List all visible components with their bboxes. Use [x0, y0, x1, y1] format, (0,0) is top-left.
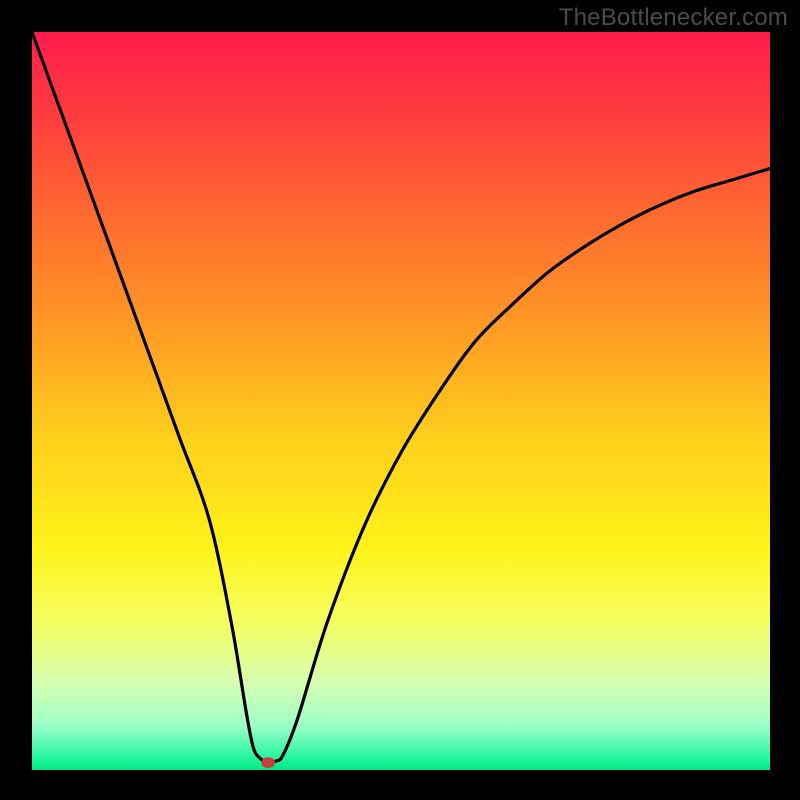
chart-container: TheBottlenecker.com	[0, 0, 800, 800]
plot-area	[32, 32, 770, 770]
optimal-point-marker	[261, 757, 275, 768]
watermark-text: TheBottlenecker.com	[559, 4, 788, 32]
bottleneck-chart	[0, 0, 800, 800]
